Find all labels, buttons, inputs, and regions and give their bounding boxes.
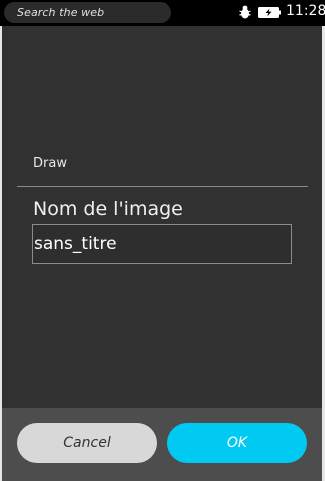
status-bar: Search the web 11:28 [0, 0, 325, 26]
clock: 11:28 [286, 3, 325, 19]
image-name-label: Nom de l'image [33, 198, 183, 220]
save-dialog: Draw Nom de l'image [2, 26, 322, 408]
battery-charging-icon [258, 7, 281, 18]
cancel-button[interactable]: Cancel [17, 423, 157, 463]
search-bar[interactable]: Search the web [4, 2, 171, 23]
image-name-input[interactable] [32, 224, 292, 264]
ok-button[interactable]: OK [167, 423, 307, 463]
dialog-title: Draw [33, 156, 67, 171]
bug-icon [239, 5, 251, 19]
divider [17, 186, 308, 187]
dialog-footer: Cancel OK [2, 408, 322, 481]
search-placeholder: Search the web [17, 6, 105, 19]
screen: Search the web 11:28 Draw Nom de l'image… [0, 0, 325, 481]
